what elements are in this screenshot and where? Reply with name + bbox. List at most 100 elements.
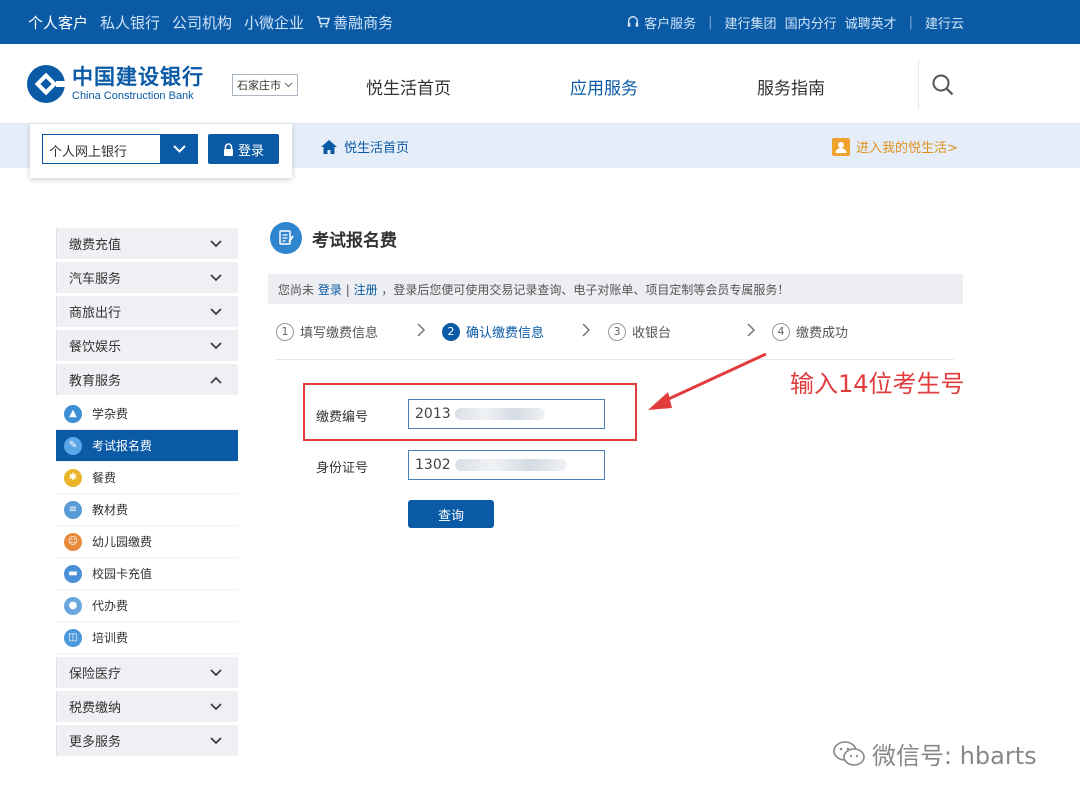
education-submenu: ▲ 学杂费 ✎ 考试报名费 ✱ 餐费 ≡ 教材费 ☺ 幼儿园缴费 ▬ 校园卡充值… (56, 398, 238, 654)
notice-suffix: ，登录后您便可使用交易记录查询、电子对账单、项目定制等会员专属服务！ (381, 283, 790, 297)
customer-service-label: 客户服务 (644, 16, 697, 32)
home-icon (321, 139, 337, 154)
sidebar-item-agency-fee[interactable]: ● 代办费 (56, 590, 238, 622)
sidebar-category-tax[interactable]: 税费缴纳 (56, 691, 238, 722)
exam-form-icon: ✎ (64, 436, 82, 455)
nav-service-guide[interactable]: 服务指南 (757, 74, 825, 99)
link-domestic-branches[interactable]: 国内分行 (785, 13, 837, 32)
sidebar-category-label: 教育服务 (69, 374, 122, 389)
segment-private-bank[interactable]: 私人银行 (100, 12, 160, 33)
chevron-right-icon (582, 323, 591, 337)
sidebar-item-campus-card[interactable]: ▬ 校园卡充值 (56, 558, 238, 590)
step-success: 4 缴费成功 (772, 322, 848, 341)
sidebar-category-insurance[interactable]: 保险医疗 (56, 657, 238, 688)
step-cashier: 3 收银台 (608, 322, 671, 341)
top-bar: 个人客户 私人银行 公司机构 小微企业 善融商务 客户服务 | 建行集团 国内分… (0, 0, 1080, 44)
my-life-label: 进入我的悦生活> (856, 141, 958, 156)
segment-corporate[interactable]: 公司机构 (172, 12, 232, 33)
notice-separator: | (345, 283, 350, 297)
notice-register-link[interactable]: 注册 (354, 283, 378, 297)
watermark-text: 微信号: hbarts (872, 742, 1037, 770)
sidebar-item-textbook[interactable]: ≡ 教材费 (56, 494, 238, 526)
sidebar-category-label: 餐饮娱乐 (69, 340, 122, 355)
sidebar-item-tuition[interactable]: ▲ 学杂费 (56, 398, 238, 430)
segment-nav: 个人客户 私人银行 公司机构 小微企业 善融商务 (28, 0, 393, 44)
select-arrow[interactable] (160, 134, 198, 164)
my-life-link[interactable]: 进入我的悦生活> (832, 137, 958, 156)
sidebar-category-travel[interactable]: 商旅出行 (56, 296, 238, 327)
sidebar-category-payment[interactable]: 缴费充值 (56, 228, 238, 259)
sidebar-item-meal[interactable]: ✱ 餐费 (56, 462, 238, 494)
chevron-down-icon (172, 145, 186, 153)
notice-login-link[interactable]: 登录 (318, 283, 342, 297)
open-book-icon: ◫ (64, 628, 82, 647)
step-label: 缴费成功 (796, 326, 849, 341)
book-icon: ≡ (64, 500, 82, 519)
nav-app-services[interactable]: 应用服务 (570, 74, 638, 99)
sidebar-item-label: 代办费 (92, 599, 129, 613)
link-ccb-cloud[interactable]: 建行云 (925, 13, 964, 32)
step-number: 3 (608, 322, 626, 341)
sidebar-category-auto[interactable]: 汽车服务 (56, 262, 238, 293)
sidebar-category-label: 汽车服务 (69, 272, 122, 287)
search-button[interactable] (918, 60, 966, 110)
customer-service-link[interactable]: 客户服务 (626, 13, 696, 32)
chevron-down-icon (210, 341, 222, 349)
bank-type-value: 个人网上银行 (49, 145, 128, 160)
step-fill-info: 1 填写缴费信息 (276, 322, 378, 341)
ccb-logo[interactable]: 中国建设银行 China Construction Bank (26, 64, 204, 104)
nav-life-home[interactable]: 悦生活首页 (366, 74, 451, 99)
sidebar-item-label: 学杂费 (92, 407, 129, 421)
breadcrumb-home: 悦生活首页 (344, 141, 410, 156)
sidebar-category-label: 更多服务 (69, 735, 122, 750)
sidebar-category-more[interactable]: 更多服务 (56, 725, 238, 756)
segment-personal[interactable]: 个人客户 (28, 12, 88, 33)
step-label: 填写缴费信息 (300, 326, 379, 341)
annotation-arrow (648, 352, 767, 410)
sidebar-item-exam-fee[interactable]: ✎ 考试报名费 (56, 430, 238, 462)
chevron-down-icon (210, 702, 222, 710)
sidebar-category-education[interactable]: 教育服务 (56, 364, 238, 395)
sidebar-item-kindergarten[interactable]: ☺ 幼儿园缴费 (56, 526, 238, 558)
step-label: 收银台 (632, 326, 672, 341)
card-icon: ▬ (64, 564, 82, 583)
step-confirm-info: 2 确认缴费信息 (442, 322, 544, 341)
progress-steps: 1 填写缴费信息 2 确认缴费信息 3 收银台 4 缴费成功 (276, 318, 954, 360)
sidebar-item-label: 教材费 (92, 503, 129, 517)
sidebar-item-label: 培训费 (92, 631, 129, 645)
divider: | (908, 14, 913, 30)
link-careers[interactable]: 诚聘英才 (845, 13, 897, 32)
meal-icon: ✱ (64, 468, 82, 487)
person-icon: ● (64, 596, 82, 615)
sidebar-item-label: 幼儿园缴费 (92, 535, 153, 549)
sidebar-category-label: 税费缴纳 (69, 701, 122, 716)
link-ccb-group[interactable]: 建行集团 (725, 13, 777, 32)
chevron-right-icon (747, 323, 756, 337)
annotation-text: 输入14位考生号 (790, 370, 965, 398)
sidebar-category-label: 缴费充值 (69, 238, 122, 253)
ccb-logo-icon (27, 65, 66, 103)
logo-english-name: China Construction Bank (72, 89, 194, 102)
sidebar-item-label: 校园卡充值 (92, 567, 153, 581)
city-label: 石家庄市 (237, 79, 281, 92)
login-button-label: 登录 (237, 143, 264, 159)
sidebar-item-label: 餐费 (92, 471, 117, 485)
segment-commerce[interactable]: 善融商务 (316, 12, 393, 33)
id-number-label: 身份证号 (316, 461, 369, 476)
chevron-down-icon (210, 668, 222, 676)
login-panel: 个人网上银行 登录 (30, 124, 292, 178)
sidebar-item-training[interactable]: ◫ 培训费 (56, 622, 238, 654)
main-header: 中国建设银行 China Construction Bank 石家庄市 悦生活首… (0, 44, 1080, 124)
city-selector[interactable]: 石家庄市 (232, 74, 298, 96)
query-button[interactable]: 查询 (408, 500, 494, 528)
id-number-input[interactable]: 1302 (408, 450, 605, 480)
sidebar-category-label: 商旅出行 (69, 306, 122, 321)
sidebar-category-dining[interactable]: 餐饮娱乐 (56, 330, 238, 361)
chevron-up-icon (210, 376, 222, 384)
segment-small-business[interactable]: 小微企业 (244, 12, 304, 33)
breadcrumb[interactable]: 悦生活首页 (320, 137, 409, 156)
child-icon: ☺ (64, 532, 82, 551)
login-button[interactable]: 登录 (208, 134, 279, 164)
highlight-box (303, 383, 637, 441)
bank-type-select[interactable]: 个人网上银行 (42, 134, 198, 164)
